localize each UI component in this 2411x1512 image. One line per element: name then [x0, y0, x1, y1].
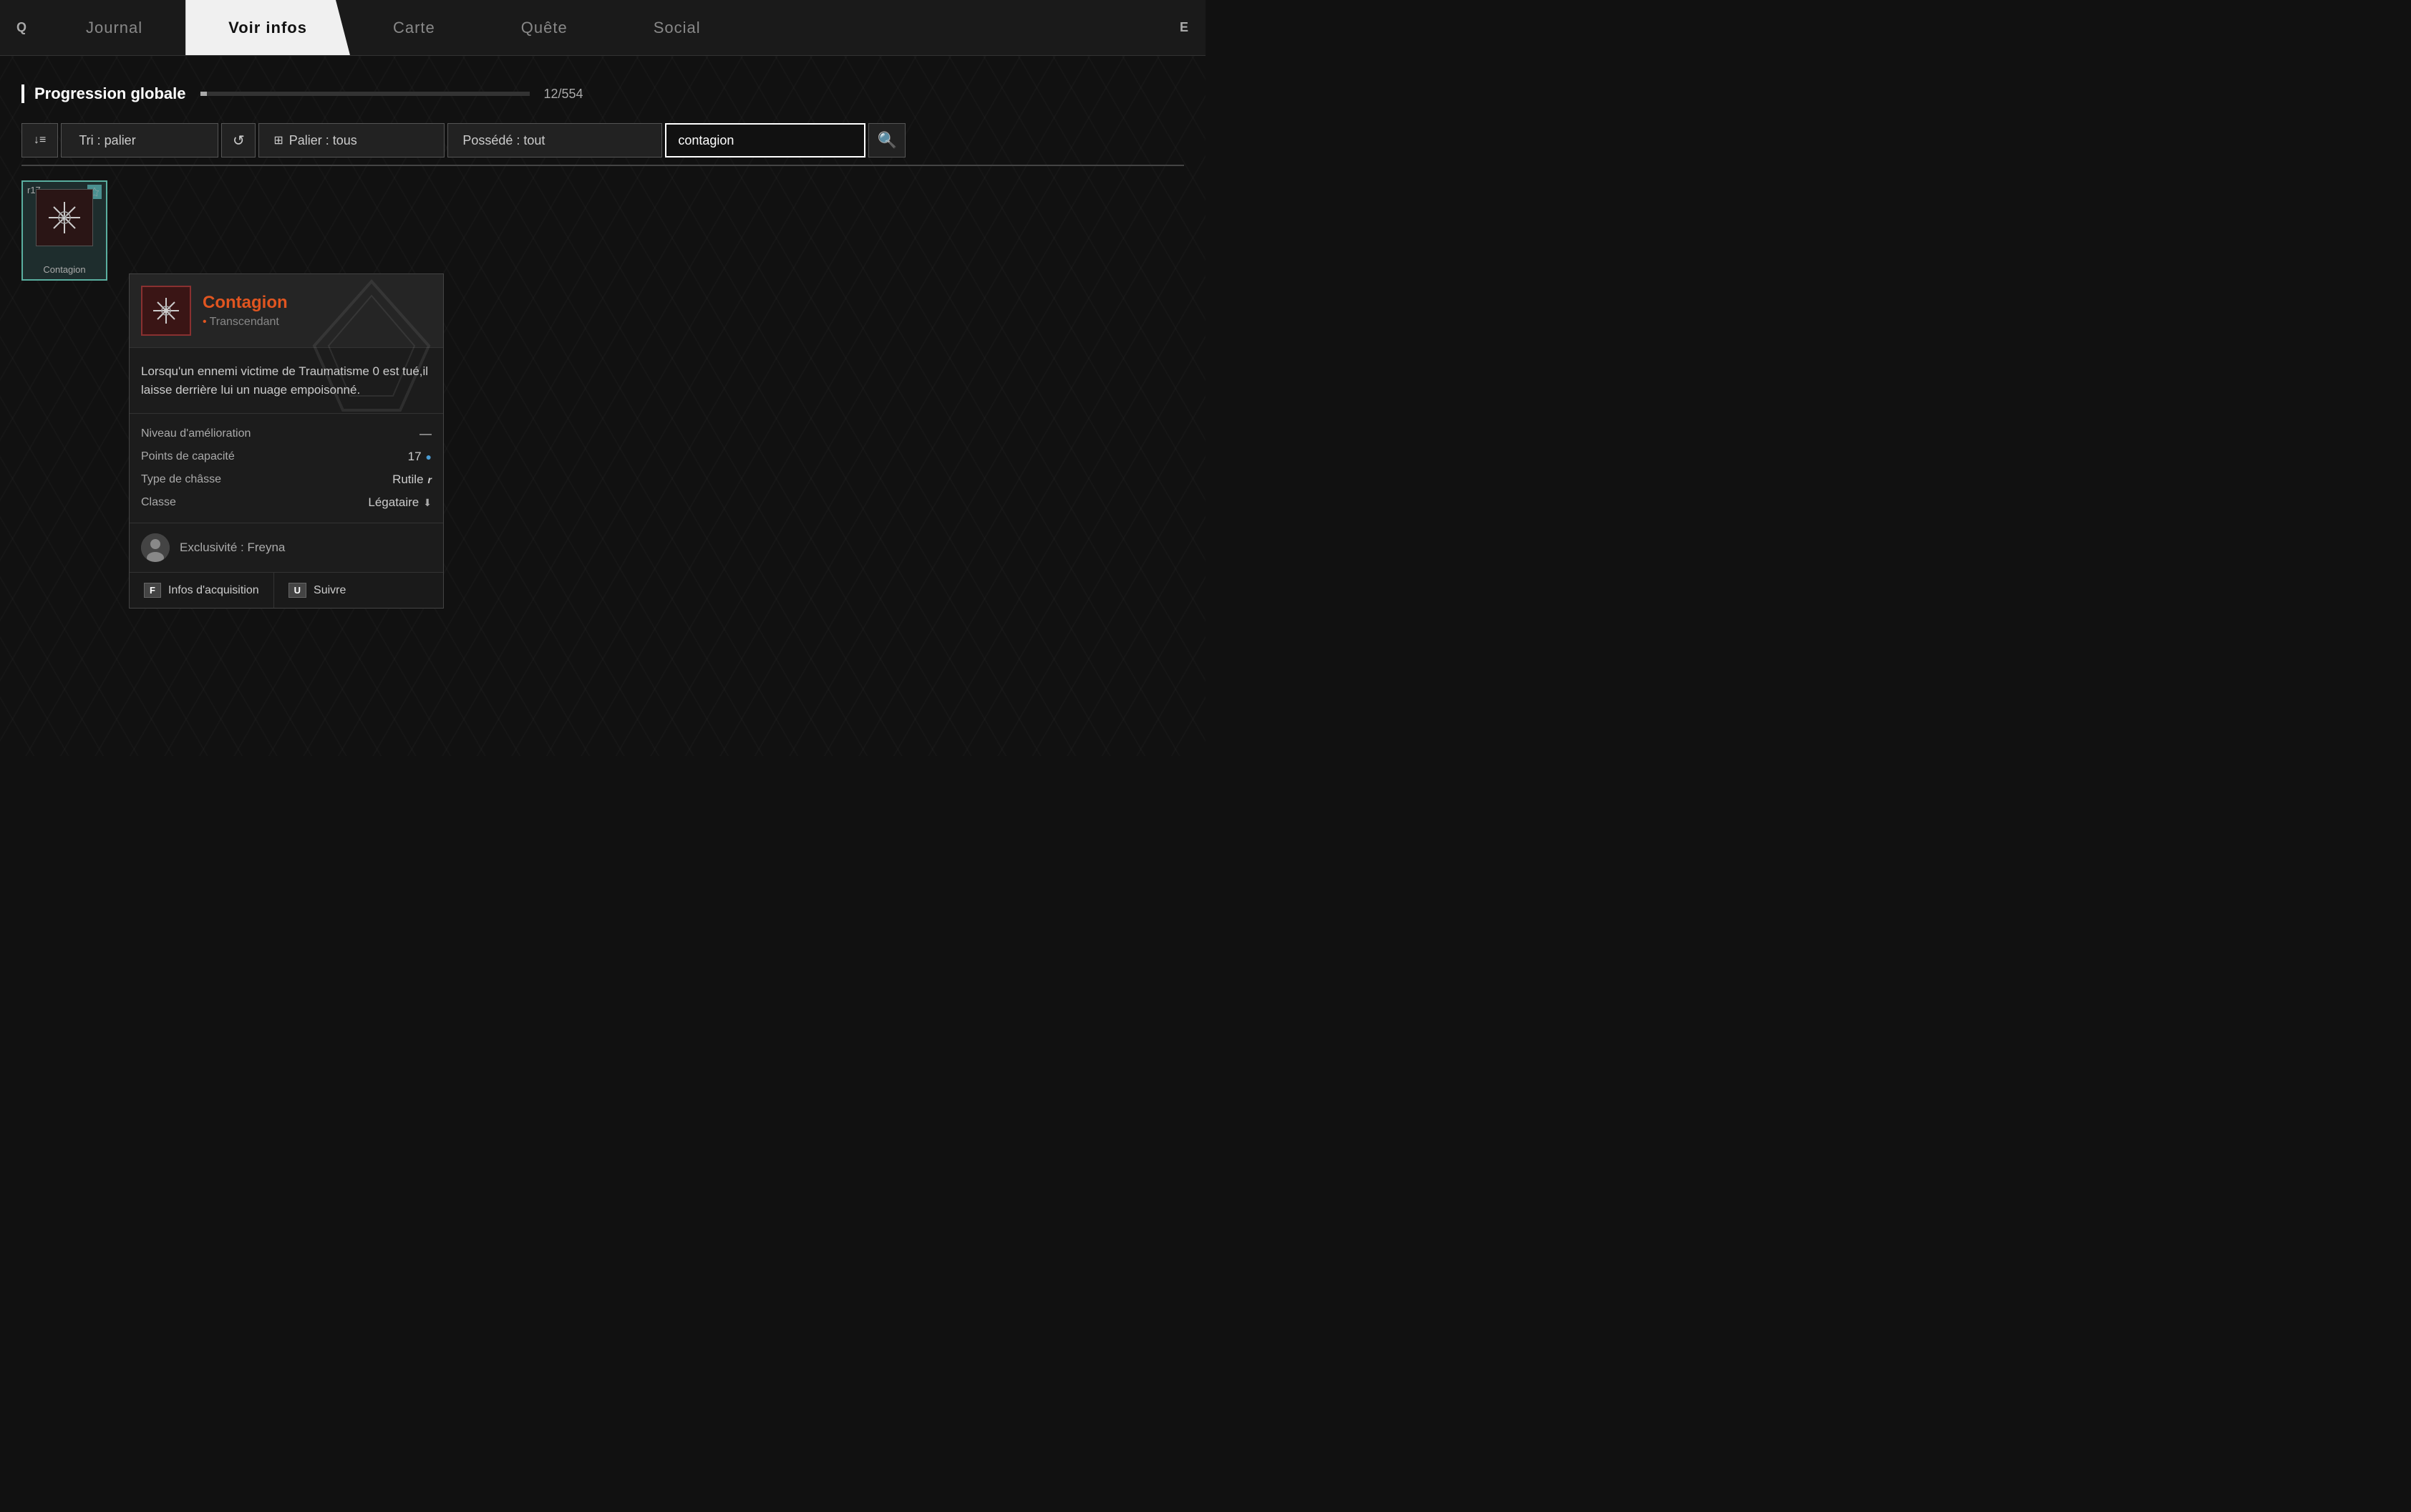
sort-icon: ↓≡ — [34, 134, 46, 147]
progress-section: Progression globale 12/554 — [21, 84, 1184, 103]
tooltip-stats: Niveau d'amélioration — Points de capaci… — [130, 414, 443, 523]
action-acquisition[interactable]: F Infos d'acquisition — [130, 573, 274, 608]
search-icon: 🔍 — [878, 131, 897, 150]
item-card-contagion[interactable]: r17 Co — [21, 180, 107, 281]
filter-row: ↓≡ Tri : palier ↺ ⊞ Palier : tous Posséd… — [21, 123, 1184, 166]
exclusivity-text: Exclusivité : Freyna — [180, 541, 285, 555]
progress-value: 12/554 — [544, 87, 583, 102]
tab-journal[interactable]: Journal — [43, 0, 185, 55]
class-icon: ⬇ — [423, 497, 432, 509]
tab-voir-infos[interactable]: Voir infos — [185, 0, 350, 55]
tab-social[interactable]: Social — [611, 0, 744, 55]
main-content: Progression globale 12/554 ↓≡ Tri : pali… — [0, 56, 1206, 309]
layers-icon: ⊞ — [273, 133, 283, 147]
key-u: U — [288, 583, 306, 598]
key-f: F — [144, 583, 161, 598]
content-area: r17 Co — [21, 180, 1184, 281]
key-e: E — [1163, 0, 1206, 55]
reset-button[interactable]: ↺ — [221, 123, 256, 158]
tab-carte[interactable]: Carte — [350, 0, 478, 55]
tooltip-description: Lorsqu'un ennemi victime de Traumatisme … — [130, 348, 443, 414]
progress-label: Progression globale — [21, 84, 186, 103]
exclusivity-avatar — [141, 533, 170, 562]
palier-filter[interactable]: ⊞ Palier : tous — [258, 123, 445, 158]
search-input[interactable] — [665, 123, 865, 158]
action-suivre[interactable]: U Suivre — [274, 573, 361, 608]
tooltip-subtitle: •Transcendant — [203, 316, 288, 329]
navbar: Q Journal Voir infos Carte Quête Social … — [0, 0, 1206, 56]
stat-row-classe: Classe Légataire ⬇ — [141, 491, 432, 514]
possede-filter[interactable]: Possédé : tout — [447, 123, 662, 158]
tooltip-popup: Contagion •Transcendant Lorsqu'un ennemi… — [129, 273, 444, 609]
stat-row-chasse: Type de châsse Rutile r — [141, 468, 432, 491]
progress-bar — [200, 92, 530, 96]
sort-icon-btn[interactable]: ↓≡ — [21, 123, 58, 158]
stat-row-points: Points de capacité 17 ● — [141, 445, 432, 468]
tooltip-icon — [141, 286, 191, 336]
reset-icon: ↺ — [233, 132, 245, 150]
stat-row-amelioration: Niveau d'amélioration — — [141, 422, 432, 445]
item-card-icon — [36, 189, 93, 246]
sort-filter[interactable]: Tri : palier — [61, 123, 218, 158]
tooltip-header: Contagion •Transcendant — [130, 274, 443, 348]
drop-icon: ● — [426, 451, 432, 462]
tooltip-actions: F Infos d'acquisition U Suivre — [130, 573, 443, 608]
tooltip-title-area: Contagion •Transcendant — [203, 293, 288, 329]
tooltip-title: Contagion — [203, 293, 288, 313]
search-button[interactable]: 🔍 — [868, 123, 906, 158]
tooltip-exclusivity: Exclusivité : Freyna — [130, 523, 443, 573]
rutile-icon: r — [428, 474, 432, 485]
tab-quete[interactable]: Quête — [478, 0, 611, 55]
progress-bar-fill — [200, 92, 208, 96]
item-card-name: Contagion — [23, 264, 106, 275]
key-q: Q — [0, 0, 43, 55]
